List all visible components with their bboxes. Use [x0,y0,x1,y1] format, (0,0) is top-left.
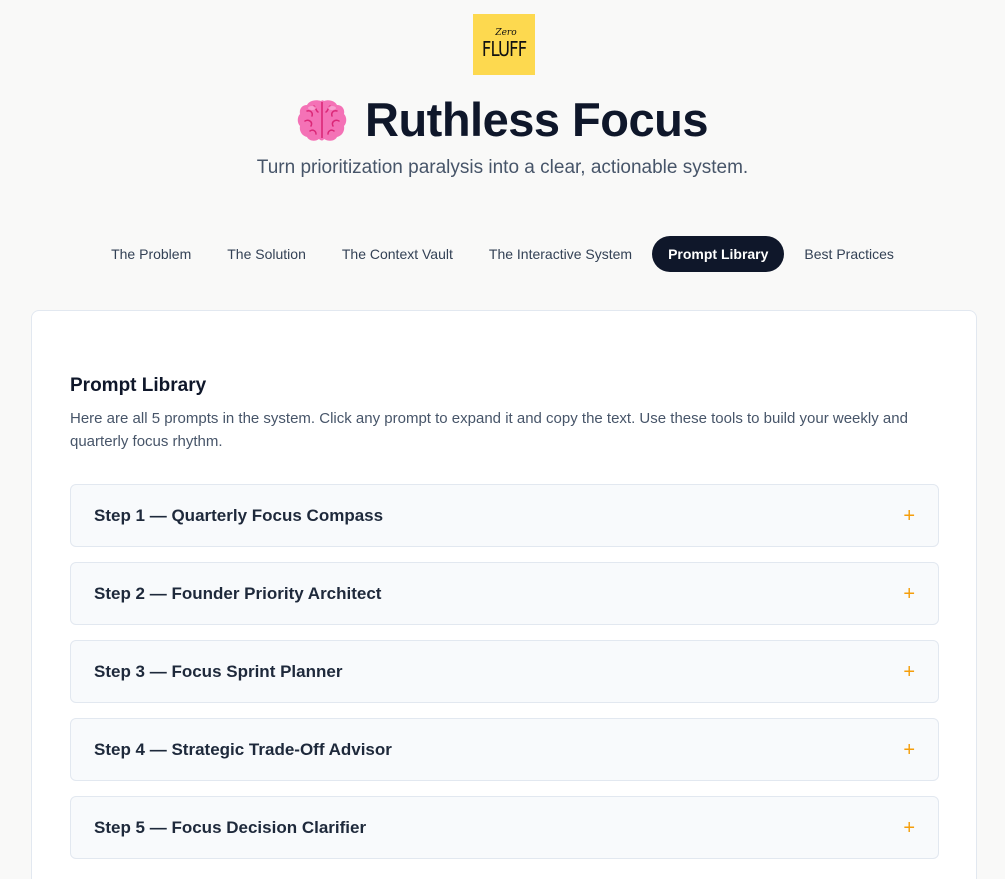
plus-icon[interactable]: + [903,740,915,760]
brain-icon [297,99,347,141]
section-title: Prompt Library [70,375,207,396]
accordion-label: Step 4 — Strategic Trade-Off Advisor [94,739,392,759]
plus-icon[interactable]: + [903,818,915,838]
tab-the-context-vault[interactable]: The Context Vault [326,236,469,272]
tab-the-interactive-system[interactable]: The Interactive System [473,236,648,272]
logo-main-text: FLUFF [481,37,527,61]
section-description: Here are all 5 prompts in the system. Cl… [70,410,908,450]
plus-icon[interactable]: + [903,662,915,682]
accordion-label: Step 5 — Focus Decision Clarifier [94,817,367,837]
accordion-item-step-3[interactable]: Step 3 — Focus Sprint Planner + [70,640,939,703]
accordion-item-step-4[interactable]: Step 4 — Strategic Trade-Off Advisor + [70,718,939,781]
page: Zero FLUFF Ruthless Focus Turn prioritiz… [0,0,1005,879]
tab-best-practices[interactable]: Best Practices [788,236,909,272]
page-subtitle: Turn prioritization paralysis into a cle… [256,157,749,178]
plus-icon[interactable]: + [903,506,915,526]
prompt-library-card: Prompt Library Here are all 5 prompts in… [31,310,977,879]
tab-the-problem[interactable]: The Problem [95,236,207,272]
section-nav: The Problem The Solution The Context Vau… [0,236,1005,272]
page-title: Ruthless Focus [365,93,708,146]
plus-icon[interactable]: + [903,584,915,604]
zero-fluff-logo[interactable]: Zero FLUFF [473,14,535,75]
tab-prompt-library[interactable]: Prompt Library [652,236,785,272]
accordion-label: Step 3 — Focus Sprint Planner [94,661,343,681]
tab-the-solution[interactable]: The Solution [211,236,322,272]
accordion-label: Step 1 — Quarterly Focus Compass [94,505,384,525]
accordion-label: Step 2 — Founder Priority Architect [94,583,382,603]
accordion-item-step-5[interactable]: Step 5 — Focus Decision Clarifier + [70,796,939,859]
accordion-item-step-2[interactable]: Step 2 — Founder Priority Architect + [70,562,939,625]
accordion-item-step-1[interactable]: Step 1 — Quarterly Focus Compass + [70,484,939,547]
hero-title-row: Ruthless Focus [0,92,1005,147]
